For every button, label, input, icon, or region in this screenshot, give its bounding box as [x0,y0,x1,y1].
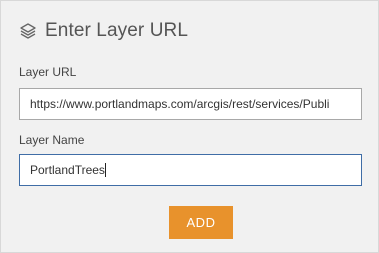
panel-header: Enter Layer URL [19,19,188,43]
layer-name-value: PortlandTrees [30,163,105,177]
layer-name-label: Layer Name [19,133,85,147]
enter-layer-url-panel: Enter Layer URL Layer URL https://www.po… [0,0,379,253]
layer-url-input[interactable]: https://www.portlandmaps.com/arcgis/rest… [19,88,362,120]
panel-title: Enter Layer URL [45,20,189,41]
layers-icon [20,23,36,39]
layer-name-input[interactable]: PortlandTrees [19,154,362,186]
layer-url-value: https://www.portlandmaps.com/arcgis/rest… [30,97,330,111]
layer-url-label: Layer URL [19,65,77,79]
text-caret [104,163,106,177]
add-button[interactable]: ADD [169,206,233,239]
